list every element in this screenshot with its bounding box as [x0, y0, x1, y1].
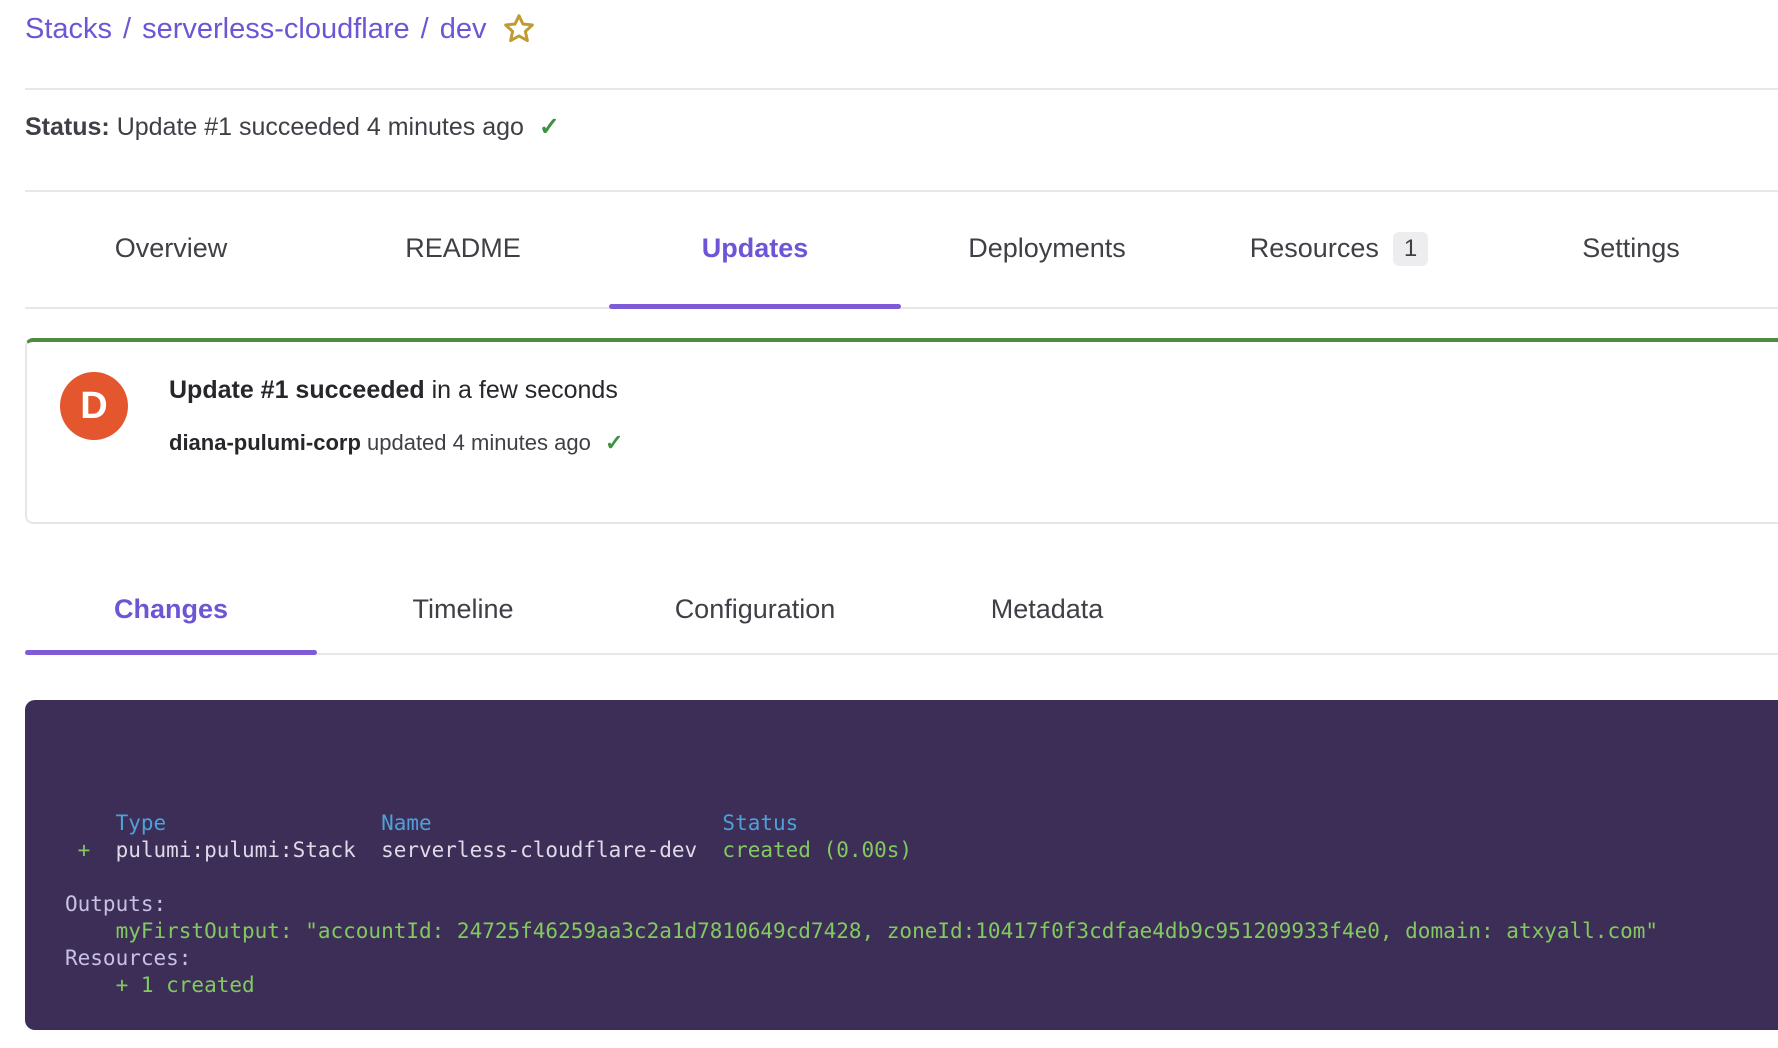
status-bar: Status: Update #1 succeeded 4 minutes ag… — [25, 112, 560, 142]
outputs-label: Outputs: — [65, 891, 1778, 918]
tab-label: Metadata — [991, 594, 1104, 625]
tab-label: Changes — [114, 594, 228, 625]
divider — [25, 88, 1778, 90]
terminal-output: TypeNameStatus +pulumi:pulumi:Stackserve… — [25, 700, 1778, 999]
update-summary-card[interactable]: D Update #1 succeeded in a few seconds d… — [25, 338, 1778, 524]
breadcrumb-project-link[interactable]: serverless-cloudflare — [142, 13, 410, 46]
tab-updates[interactable]: Updates — [609, 190, 901, 307]
update-meta-rest: updated 4 minutes ago — [361, 430, 591, 455]
update-detail-tabs: Changes Timeline Configuration Metadata — [25, 565, 1778, 655]
resources-label: Resources: — [65, 945, 1778, 972]
subtab-configuration[interactable]: Configuration — [609, 565, 901, 653]
tab-resources[interactable]: Resources 1 — [1193, 190, 1485, 307]
active-tab-underline — [25, 650, 317, 655]
tab-label: Resources — [1250, 233, 1379, 264]
subtab-changes[interactable]: Changes — [25, 565, 317, 653]
breadcrumb-stacks-link[interactable]: Stacks — [25, 13, 112, 46]
tab-label: Configuration — [675, 594, 836, 625]
favorite-star-button[interactable] — [502, 12, 536, 46]
create-op-symbol: + — [65, 837, 116, 864]
column-header-name: Name — [381, 810, 722, 837]
stack-tabs: Overview README Updates Deployments Reso… — [25, 190, 1778, 309]
tab-readme[interactable]: README — [317, 190, 609, 307]
update-changes-terminal: TypeNameStatus +pulumi:pulumi:Stackserve… — [25, 700, 1778, 1030]
column-header-status: Status — [722, 811, 798, 835]
resource-status: created (0.00s) — [722, 838, 912, 862]
tab-label: Settings — [1582, 233, 1680, 264]
outputs-value: myFirstOutput: "accountId: 24725f46259aa… — [65, 918, 1778, 945]
terminal-header-row: TypeNameStatus — [65, 810, 1778, 837]
subtab-metadata[interactable]: Metadata — [901, 565, 1193, 653]
update-title-rest: in a few seconds — [425, 376, 618, 404]
tab-settings[interactable]: Settings — [1485, 190, 1777, 307]
terminal-stack-row: +pulumi:pulumi:Stackserverless-cloudflar… — [65, 837, 1778, 864]
breadcrumb: Stacks / serverless-cloudflare / dev — [25, 12, 536, 46]
resource-type: pulumi:pulumi:Stack — [116, 837, 382, 864]
active-tab-underline — [609, 304, 901, 309]
status-text: Update #1 succeeded 4 minutes ago — [117, 113, 524, 141]
update-author: diana-pulumi-corp — [169, 430, 361, 455]
resources-value: + 1 created — [65, 972, 1778, 999]
resource-name: serverless-cloudflare-dev — [381, 837, 722, 864]
tab-label: Deployments — [968, 233, 1126, 264]
tab-overview[interactable]: Overview — [25, 190, 317, 307]
status-label: Status: — [25, 113, 110, 141]
tab-label: README — [405, 233, 521, 264]
breadcrumb-stack-link[interactable]: dev — [440, 13, 487, 46]
update-title: Update #1 succeeded in a few seconds — [169, 376, 618, 405]
breadcrumb-separator: / — [421, 13, 429, 46]
star-outline-icon — [502, 12, 536, 46]
tab-label: Timeline — [412, 594, 513, 625]
avatar: D — [60, 372, 128, 440]
update-meta: diana-pulumi-corp updated 4 minutes ago … — [169, 430, 623, 456]
success-check-icon: ✓ — [605, 430, 623, 455]
subtab-timeline[interactable]: Timeline — [317, 565, 609, 653]
tab-deployments[interactable]: Deployments — [901, 190, 1193, 307]
breadcrumb-separator: / — [123, 13, 131, 46]
tab-label: Overview — [115, 233, 228, 264]
column-header-type: Type — [116, 810, 382, 837]
success-check-icon: ✓ — [539, 113, 560, 141]
resources-count-badge: 1 — [1393, 232, 1428, 266]
update-title-strong: Update #1 succeeded — [169, 376, 425, 404]
pulumi-stack-page: { "breadcrumb": { "items": ["Stacks", "s… — [0, 0, 1778, 1048]
tab-label: Updates — [702, 233, 809, 264]
terminal-blank-line — [65, 864, 1778, 891]
